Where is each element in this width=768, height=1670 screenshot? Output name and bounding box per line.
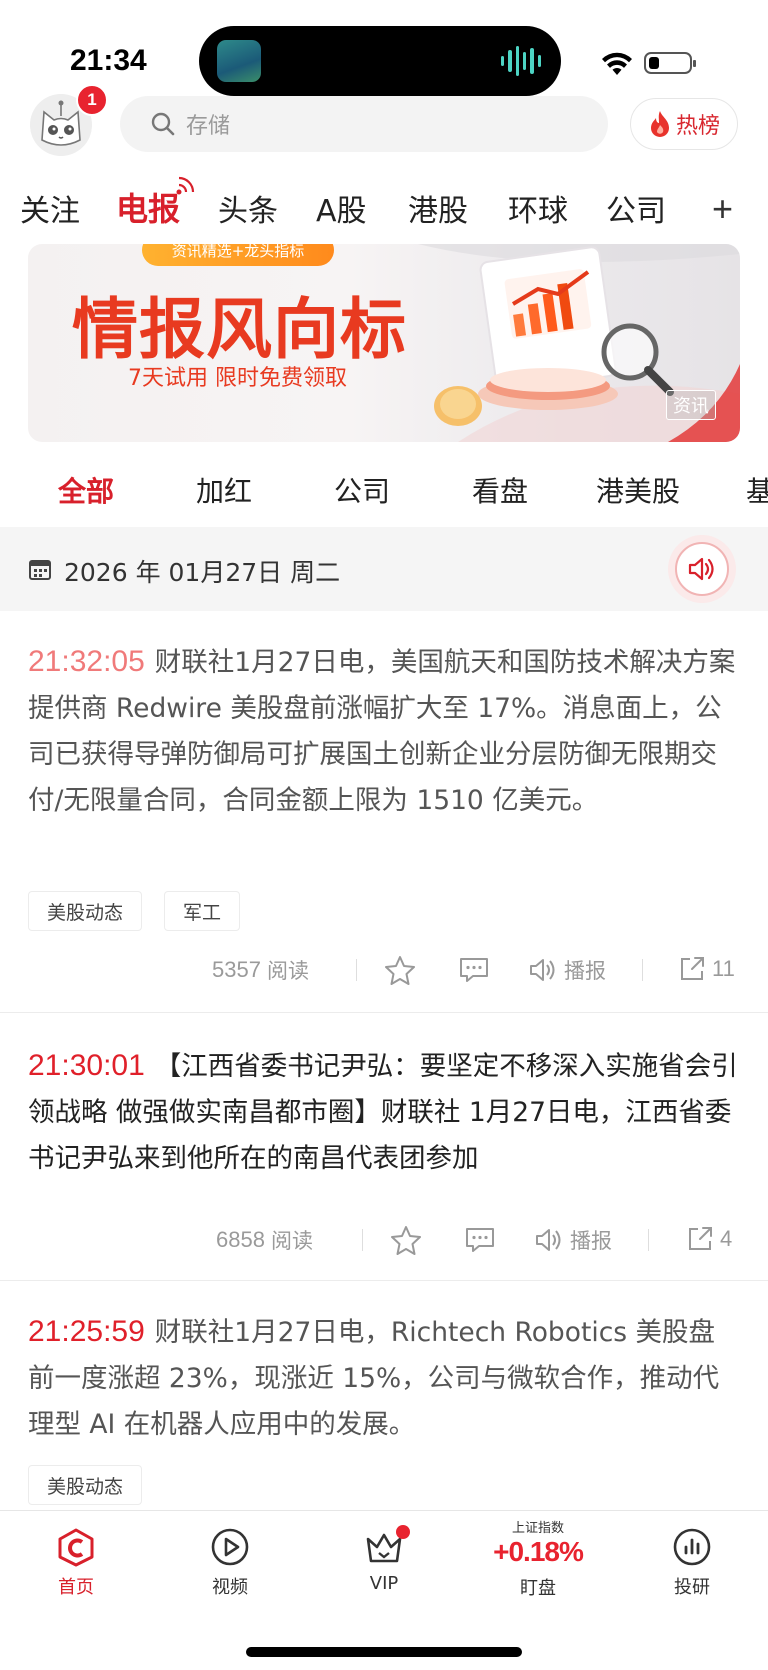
news-actions: 5357 阅读 播报 11 <box>0 949 768 989</box>
tab-follow[interactable]: 关注 <box>20 186 80 230</box>
broadcast-button[interactable]: 播报 <box>534 1225 612 1255</box>
share-button[interactable]: 4 <box>686 1225 732 1253</box>
tab-headlines[interactable]: 头条 <box>218 186 278 230</box>
hot-list-label: 热榜 <box>675 114 720 139</box>
vip-notification-dot <box>396 1525 410 1539</box>
banner-pill: 资讯精选+龙头指标 <box>142 244 334 266</box>
news-tag[interactable]: 军工 <box>164 891 241 931</box>
news-item[interactable]: 21:30:01 【江西省委书记尹弘：要坚定不移深入实施省会引领战略 做强做实南昌… <box>0 1013 768 1279</box>
speaker-icon <box>536 1229 561 1251</box>
comment-button[interactable] <box>458 955 490 985</box>
tab-hk-stocks[interactable]: 港股 <box>408 186 468 230</box>
app-header: 1 存储 热榜 <box>0 84 768 156</box>
tab-company[interactable]: 公司 <box>606 186 666 230</box>
star-icon <box>391 1226 421 1255</box>
broadcast-button[interactable]: 播报 <box>528 955 606 985</box>
tab-category-company[interactable]: 公司 <box>334 470 390 510</box>
chart-icon <box>673 1528 711 1566</box>
tab-watch[interactable]: 上证指数 +0.18% 盯盘 <box>488 1521 588 1600</box>
news-time: 21:30:01 <box>28 1049 145 1082</box>
tab-research-label: 投研 <box>674 1577 710 1598</box>
tab-video[interactable]: 视频 <box>180 1527 280 1599</box>
star-icon <box>385 956 415 985</box>
tab-highlight-red[interactable]: 加红 <box>196 470 252 510</box>
battery-icon <box>644 52 696 74</box>
notification-badge: 1 <box>76 84 108 116</box>
news-tag[interactable]: 美股动态 <box>28 891 143 931</box>
now-playing-thumbnail <box>217 40 261 82</box>
tab-video-label: 视频 <box>212 1577 248 1598</box>
status-icons <box>600 44 700 80</box>
share-icon <box>681 957 704 980</box>
promo-banner[interactable]: 资讯精选+龙头指标 情报风向标 7天试用 限时免费领取 资讯 <box>28 244 740 442</box>
tab-vip-label: VIP <box>369 1573 399 1594</box>
news-item[interactable]: 21:25:59 财联社1月27日电，Richtech Robotics 美股盘前… <box>0 1281 768 1511</box>
banner-title: 情报风向标 <box>72 291 407 368</box>
speaker-icon <box>530 959 555 981</box>
home-indicator <box>246 1647 522 1657</box>
tab-telegraph[interactable]: 电报 <box>116 184 180 230</box>
tab-a-shares[interactable]: A股 <box>316 186 367 230</box>
channel-nav: 关注 电报 头条 A股 港股 环球 公司 + <box>0 176 768 240</box>
news-actions: 6858 阅读 播报 4 <box>0 1219 768 1259</box>
tab-home-label: 首页 <box>58 1577 94 1598</box>
read-count: 5357 阅读 <box>212 957 309 983</box>
home-icon <box>58 1528 94 1567</box>
tab-watch-label: 盯盘 <box>520 1578 556 1599</box>
read-count: 6858 阅读 <box>216 1227 313 1253</box>
banner-ad-tag: 资讯 <box>666 390 716 420</box>
tab-research[interactable]: 投研 <box>642 1527 742 1599</box>
audio-wave-icon <box>501 44 541 78</box>
category-tabs: 全部 加红 公司 看盘 港美股 基 <box>0 462 768 514</box>
search-input[interactable]: 存储 <box>120 96 608 152</box>
news-time: 21:25:59 <box>28 1315 145 1348</box>
bottom-tab-bar: 首页 视频 VIP 上证指数 +0.18% 盯盘 投研 <box>0 1510 768 1670</box>
index-change: +0.18% <box>493 1536 584 1567</box>
share-button[interactable]: 11 <box>678 955 735 983</box>
tab-market-watch[interactable]: 看盘 <box>472 470 528 510</box>
play-icon <box>211 1528 249 1566</box>
news-body[interactable]: 21:32:05 财联社1月27日电，美国航天和国防技术解决方案提供商 Redwi… <box>28 639 740 824</box>
share-icon <box>689 1227 712 1250</box>
tab-global[interactable]: 环球 <box>508 186 568 230</box>
tab-home[interactable]: 首页 <box>26 1527 126 1599</box>
dynamic-island[interactable] <box>199 26 561 96</box>
comment-button[interactable] <box>464 1225 496 1255</box>
flame-icon <box>650 111 669 137</box>
live-signal-icon <box>176 176 195 195</box>
tab-vip[interactable]: VIP <box>334 1525 434 1594</box>
date-bar: 2026 年 01月27日 周二 <box>0 527 768 611</box>
status-time: 21:34 <box>70 44 147 77</box>
favorite-button[interactable] <box>384 955 416 985</box>
banner-subtitle: 7天试用 限时免费领取 <box>128 366 347 391</box>
news-item[interactable]: 21:32:05 财联社1月27日电，美国航天和国防技术解决方案提供商 Redwi… <box>0 611 768 1011</box>
add-channel-icon[interactable]: + <box>712 188 733 230</box>
hot-list-button[interactable]: 热榜 <box>630 98 738 150</box>
status-bar: 21:34 <box>0 0 768 96</box>
tab-fund[interactable]: 基 <box>746 470 768 510</box>
news-body[interactable]: 21:25:59 财联社1月27日电，Richtech Robotics 美股盘前… <box>28 1309 740 1448</box>
comment-icon <box>460 958 488 982</box>
tab-hk-us-stocks[interactable]: 港美股 <box>596 470 680 510</box>
comment-icon <box>466 1228 494 1252</box>
calendar-icon <box>29 560 51 580</box>
favorite-button[interactable] <box>390 1225 422 1255</box>
news-time: 21:32:05 <box>28 645 145 678</box>
index-name: 上证指数 <box>511 1521 564 1536</box>
tab-all[interactable]: 全部 <box>58 470 114 510</box>
feed-date: 2026 年 01月27日 周二 <box>64 558 341 587</box>
wifi-icon <box>602 52 632 75</box>
speaker-icon <box>688 557 714 581</box>
search-placeholder: 存储 <box>186 114 231 139</box>
news-body[interactable]: 21:30:01 【江西省委书记尹弘：要坚定不移深入实施省会引领战略 做强做实南昌… <box>28 1043 740 1183</box>
search-icon <box>151 112 175 136</box>
voice-broadcast-button[interactable] <box>668 535 736 603</box>
news-tag[interactable]: 美股动态 <box>28 1465 143 1505</box>
